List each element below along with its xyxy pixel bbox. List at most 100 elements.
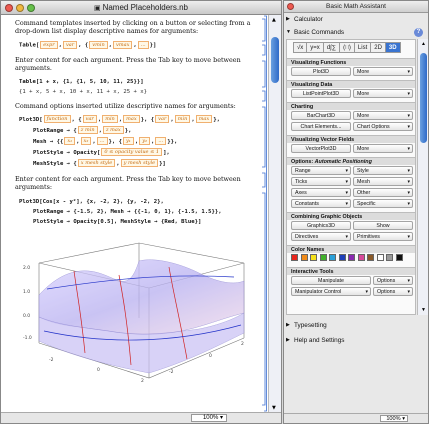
- options-dropdown[interactable]: Options: [373, 276, 413, 285]
- graphics3d-button[interactable]: Graphics3D: [291, 221, 351, 230]
- placeholder-var[interactable]: var: [82, 115, 97, 124]
- vectorplot3d-button[interactable]: VectorPlot3D: [291, 144, 351, 153]
- placeholder-y-mesh-style[interactable]: y mesh style: [120, 159, 159, 168]
- zoom-window-button[interactable]: [27, 4, 35, 12]
- notebook-body[interactable]: Command templates inserted by clicking o…: [1, 15, 269, 413]
- table-input-cell[interactable]: Table[1 + x, {1, {1, 5, 10, 11, 25}}]: [19, 78, 269, 87]
- placeholder-function[interactable]: function: [43, 115, 71, 124]
- manipulate-button[interactable]: Manipulate: [291, 276, 371, 285]
- primitives-dropdown[interactable]: Primitives: [353, 232, 413, 241]
- color-swatch[interactable]: [338, 254, 346, 261]
- plot3d-template-cell[interactable]: Plot3D[function, {var, min, max}, {var, min…: [19, 115, 269, 170]
- color-swatch[interactable]: [376, 254, 384, 261]
- placeholder-var[interactable]: var: [62, 40, 78, 49]
- scroll-up-arrow-icon[interactable]: ▲: [272, 17, 276, 23]
- listpointplot3d-button[interactable]: ListPointPlot3D: [291, 89, 351, 98]
- placeholder-x2[interactable]: x₂: [80, 137, 92, 146]
- constants-dropdown[interactable]: Constants: [291, 199, 351, 208]
- axes-dropdown[interactable]: Axes: [291, 188, 351, 197]
- plot3d-button[interactable]: Plot3D: [291, 67, 351, 76]
- scroll-down-arrow-icon[interactable]: ▼: [421, 307, 426, 313]
- close-window-button[interactable]: [5, 4, 13, 12]
- section-help-settings[interactable]: ▶ Help and Settings: [284, 334, 428, 347]
- color-swatch[interactable]: [386, 254, 393, 261]
- placeholder-opacity[interactable]: 0 ≤ opacity value ≤ 1: [101, 148, 163, 157]
- section-calculator[interactable]: ▶ Calculator: [284, 13, 428, 26]
- notebook-scroll-thumb[interactable]: [271, 37, 279, 83]
- ticks-dropdown[interactable]: Ticks: [291, 177, 351, 186]
- notebook-statusbar: 100% ▾: [1, 412, 281, 423]
- plot3d-surface-graphic[interactable]: 2.0 1.0 0.0 -1.0 -2 0 2 -2 0 2: [19, 233, 259, 384]
- range-dropdown[interactable]: Range: [291, 166, 351, 175]
- color-swatch[interactable]: [348, 254, 355, 261]
- placeholder-y1[interactable]: y₁: [122, 137, 134, 146]
- directives-dropdown[interactable]: Directives: [291, 232, 351, 241]
- tab-2d[interactable]: 2D: [370, 42, 386, 53]
- color-swatch[interactable]: [300, 254, 308, 261]
- placeholder-x-mesh-style[interactable]: x mesh style: [77, 159, 116, 168]
- placeholder-zmin[interactable]: z min: [77, 126, 98, 135]
- placeholder-min[interactable]: min: [102, 115, 118, 124]
- specific-dropdown[interactable]: Specific: [353, 199, 413, 208]
- placeholder-zmax[interactable]: z max: [102, 126, 124, 135]
- color-swatch[interactable]: [395, 254, 403, 261]
- options-dropdown[interactable]: Options: [373, 287, 413, 296]
- placeholder-ellipsis[interactable]: ...: [155, 137, 167, 146]
- color-swatch[interactable]: [310, 254, 317, 261]
- tab-equation[interactable]: y=x: [306, 42, 324, 53]
- palette-scroll-thumb[interactable]: [420, 53, 427, 143]
- chart-options-dropdown[interactable]: Chart Options: [353, 122, 413, 131]
- placeholder-max[interactable]: max: [123, 115, 140, 124]
- tab-radical[interactable]: √x: [293, 42, 308, 53]
- show-button[interactable]: Show: [353, 221, 413, 230]
- style-dropdown[interactable]: Style: [353, 166, 413, 175]
- placeholder-vmin[interactable]: vmin: [89, 40, 108, 49]
- color-swatch[interactable]: [329, 254, 336, 261]
- notebook-scrollbar[interactable]: ▲ ▼: [268, 15, 281, 413]
- cell-brackets[interactable]: [261, 15, 267, 413]
- notebook-zoom-select[interactable]: 100% ▾: [191, 414, 227, 422]
- placeholder-ellipsis[interactable]: ...: [137, 40, 149, 49]
- scroll-up-arrow-icon[interactable]: ▲: [421, 41, 426, 47]
- chart-elements-button[interactable]: Chart Elements...: [291, 122, 351, 131]
- section-basic-commands[interactable]: ▼ Basic Commands ?: [284, 26, 428, 39]
- color-swatch[interactable]: [319, 254, 327, 261]
- table-template-cell[interactable]: Table[expr, var, {vmin, vmax,...}]: [19, 40, 269, 51]
- palette-close-icon[interactable]: [287, 3, 294, 10]
- mesh-dropdown[interactable]: Mesh: [353, 177, 413, 186]
- placeholder-min[interactable]: min: [174, 115, 191, 124]
- palette-scrollbar[interactable]: ▲ ▼: [417, 39, 428, 315]
- tab-3d[interactable]: 3D: [384, 42, 401, 53]
- placeholder-max[interactable]: max: [195, 115, 213, 124]
- section-typesetting[interactable]: ▶ Typesetting: [284, 319, 428, 332]
- scroll-down-arrow-icon[interactable]: ▼: [272, 405, 276, 411]
- barchart3d-button[interactable]: BarChart3D: [291, 111, 351, 120]
- command-tabs: √x y=x d∫∑ (∷) List 2D 3D: [293, 42, 415, 55]
- placeholder-ellipsis[interactable]: ...: [96, 137, 108, 146]
- button-row: Manipulate Options: [287, 276, 415, 286]
- placeholder-vmax[interactable]: vmax: [113, 40, 133, 49]
- placeholder-var[interactable]: var: [155, 115, 170, 124]
- help-icon[interactable]: ?: [414, 28, 423, 37]
- other-dropdown[interactable]: Other: [353, 188, 413, 197]
- tab-calculus[interactable]: d∫∑: [322, 42, 341, 53]
- more-dropdown[interactable]: More: [353, 89, 413, 98]
- svg-text:-1.0: -1.0: [23, 335, 32, 341]
- plot3d-input-cell[interactable]: Plot3D[Cos[x - y²], {x, -2, 2}, {y, -2, …: [19, 197, 269, 227]
- more-dropdown[interactable]: More: [353, 111, 413, 120]
- manipulator-control-dropdown[interactable]: Manipulator Control: [291, 287, 371, 296]
- palette-zoom-select[interactable]: 100% ▾: [380, 415, 408, 422]
- section-header: Visualizing Data: [287, 80, 415, 88]
- tab-list[interactable]: List: [353, 42, 372, 53]
- color-swatch[interactable]: [291, 254, 298, 261]
- color-swatch[interactable]: [367, 254, 374, 261]
- more-dropdown[interactable]: More: [353, 144, 413, 153]
- placeholder-x1[interactable]: x₁: [64, 137, 76, 146]
- tab-matrix[interactable]: (∷): [339, 42, 355, 53]
- placeholder-y2[interactable]: y₂: [139, 137, 151, 146]
- color-swatch[interactable]: [357, 254, 365, 261]
- minimize-window-button[interactable]: [16, 4, 24, 12]
- placeholder-expr[interactable]: expr: [40, 40, 58, 49]
- more-dropdown[interactable]: More: [353, 67, 413, 76]
- collapsed-arrow-icon: ▶: [286, 322, 290, 328]
